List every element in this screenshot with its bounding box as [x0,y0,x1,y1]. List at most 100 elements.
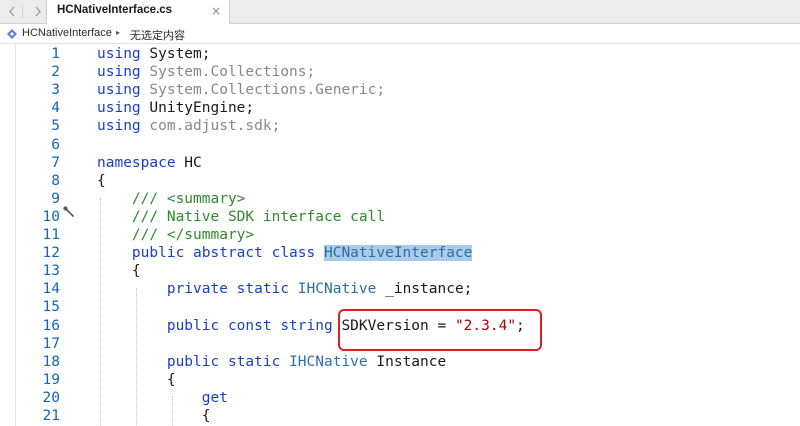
line-number: 2 [51,64,60,81]
code-token: { [97,408,211,424]
line-number: 20 [42,389,60,406]
line-number: 16 [42,317,60,334]
code-text: using System; [97,45,211,63]
tab-hcnativeinterface[interactable]: HCNativeInterface.cs × [46,0,230,24]
code-line[interactable]: 3 using System.Collections.Generic; [0,81,800,99]
code-token: /// Native SDK interface call [131,208,386,225]
code-line[interactable]: 19 { [0,371,800,389]
code-token: get [201,389,228,406]
line-number: 13 [42,263,60,280]
code-line[interactable]: 1 using System; [0,45,800,63]
code-line[interactable]: 6 [0,136,800,154]
code-token: public abstract class [131,245,316,262]
line-number: 9 [51,190,60,207]
code-token: { [97,172,106,189]
code-token: _instance; [376,281,473,298]
code-token: using [97,82,141,99]
code-text: using System.Collections.Generic; [97,81,385,99]
code-editor[interactable]: 1 using System; 2 using System.Collections;… [0,44,800,426]
code-text: { [97,371,176,389]
code-text: using UnityEngine; [97,99,254,117]
code-line[interactable]: 13 { [0,262,800,280]
code-line[interactable]: 20 get [0,389,800,407]
code-text: public static IHCNative Instance [97,353,446,371]
code-token: /// </summary> [131,227,255,243]
code-line[interactable]: 21 { [0,407,800,425]
line-number: 11 [42,227,60,243]
code-token: com.adjust.sdk; [140,118,281,135]
tab-title: HCNativeInterface.cs [57,4,173,16]
code-line[interactable]: 4 using UnityEngine; [0,99,800,117]
code-token: { [97,263,141,280]
close-icon[interactable]: × [211,4,221,18]
code-line[interactable]: 12 public abstract class HCNativeInterfa… [0,244,800,262]
code-token: UnityEngine; [140,100,255,117]
code-line[interactable]: 5 using com.adjust.sdk; [0,117,800,135]
breadcrumb-file[interactable]: HCNativeInterface [22,27,112,39]
line-number: 6 [51,136,60,153]
code-token: private static [166,281,290,298]
chevron-left-icon[interactable] [4,3,20,20]
code-token: System.Collections; [140,64,316,81]
code-token: System; [140,46,211,62]
code-token: IHCNative [297,281,377,298]
code-line[interactable]: 18 public static IHCNative Instance [0,353,800,371]
code-token: /// <summary> [131,190,246,207]
code-token: HC [175,154,202,171]
code-token: using [97,46,141,62]
line-number: 15 [42,299,60,316]
line-number: 12 [42,245,60,262]
line-number: 10 [42,208,60,225]
code-token: public static [166,353,281,370]
tab-bar: HCNativeInterface.cs × [0,0,800,24]
line-number: 8 [51,172,60,189]
code-token: System.Collections.Generic; [140,82,386,99]
line-number: 7 [51,154,60,171]
code-text: using com.adjust.sdk; [97,117,280,135]
code-text: public abstract class HCNativeInterface [97,244,473,262]
code-text: private static IHCNative _instance; [97,280,473,298]
nav-separator [22,5,23,18]
code-line[interactable]: 10 /// Native SDK interface call [0,208,800,226]
code-token: namespace [97,154,176,171]
code-token: using [97,64,141,81]
code-text: /// <summary> [97,190,246,208]
code-line[interactable]: 11 /// </summary> [0,226,800,244]
code-text: /// </summary> [97,226,254,244]
selected-token: HCNativeInterface [323,245,473,262]
code-text: using System.Collections; [97,63,315,81]
line-number: 4 [51,100,60,117]
code-token: public const string [166,317,333,334]
code-line[interactable]: 8{ [0,172,800,190]
line-number: 5 [51,118,60,135]
chevron-right-icon[interactable] [30,3,46,20]
code-text: /// Native SDK interface call [97,208,385,226]
code-line[interactable]: 9 /// <summary> [0,190,800,208]
breadcrumb-member[interactable]: 无选定内容 [130,27,185,43]
line-number: 14 [42,281,60,298]
code-token: { [97,371,176,388]
code-line[interactable]: 7 namespace HC [0,154,800,172]
code-text: { [97,407,211,425]
code-token: IHCNative [289,353,368,370]
wrench-icon[interactable] [63,206,75,218]
code-text: namespace HC [97,154,202,172]
code-line[interactable]: 2 using System.Collections; [0,63,800,81]
code-line[interactable]: 14 private static IHCNative _instance; [0,280,800,298]
code-token: using [97,118,141,135]
line-number: 17 [42,335,60,352]
code-text: { [97,172,106,190]
breadcrumb-separator: ▸ [116,28,121,37]
code-text: { [97,262,141,280]
